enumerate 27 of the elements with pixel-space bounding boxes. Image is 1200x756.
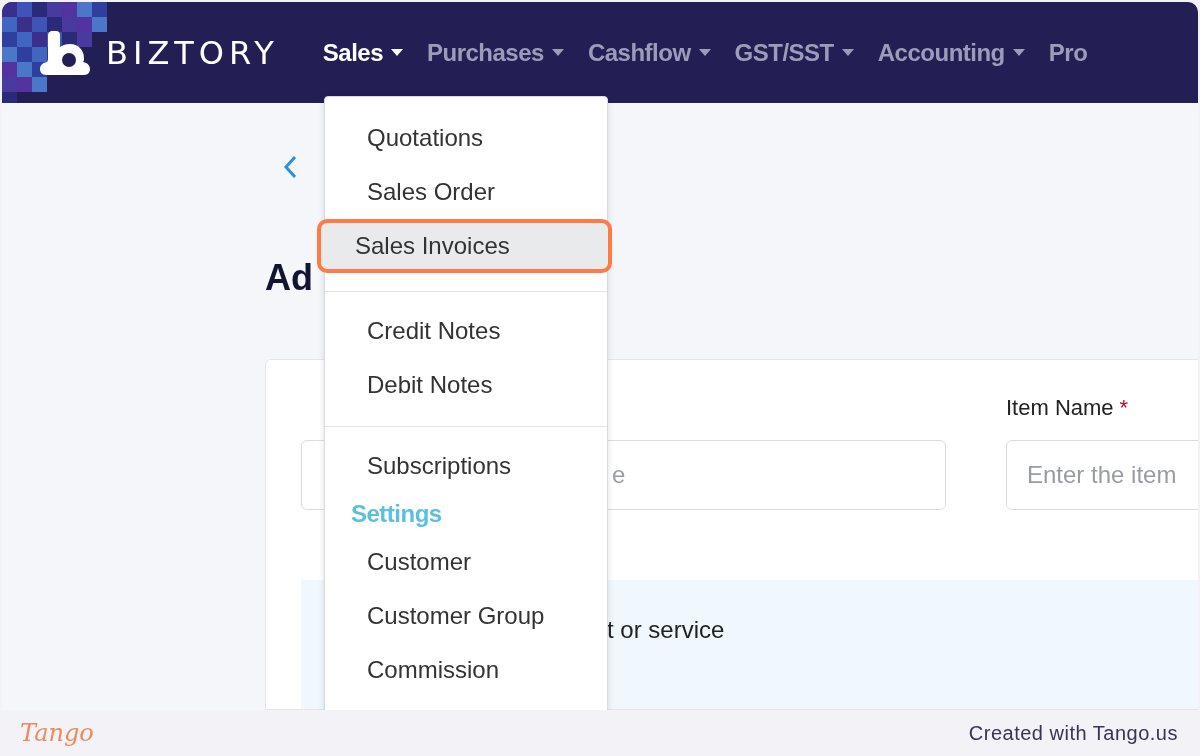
menu-item[interactable]: Subscriptions: [325, 439, 607, 493]
caret-icon: [841, 49, 854, 56]
menu-item[interactable]: Sales Invoices: [317, 219, 612, 273]
nav-menu[interactable]: Purchases: [427, 38, 564, 67]
nav-menu[interactable]: Cashflow: [587, 38, 711, 67]
back-icon[interactable]: [283, 155, 297, 179]
caret-icon: [1012, 49, 1025, 56]
caret-icon: [698, 49, 711, 56]
nav-menu[interactable]: Sales: [322, 38, 403, 67]
caret-icon: [551, 49, 564, 56]
menu-item[interactable]: Customer Group: [325, 589, 607, 643]
nav-menu[interactable]: Accounting: [877, 38, 1025, 67]
tango-logo: Tango: [20, 719, 94, 747]
brand-name: BIZTORY: [106, 33, 279, 72]
menu-item[interactable]: Quotations: [325, 111, 607, 165]
credit-text: Created with Tango.us: [968, 721, 1178, 745]
nav-menu[interactable]: Pro: [1048, 38, 1088, 67]
field-label: Item Name: [1006, 395, 1114, 421]
nav-menu[interactable]: GST/SST: [734, 38, 854, 67]
menu-item[interactable]: Debit Notes: [325, 358, 607, 412]
menu-item[interactable]: Credit Notes: [325, 304, 607, 358]
menu-item[interactable]: Commission: [325, 643, 607, 697]
menu-item[interactable]: Sales Order: [325, 165, 607, 219]
caret-icon: [391, 49, 403, 56]
logo-icon: [38, 28, 92, 77]
required-mark: *: [1119, 395, 1129, 421]
page-heading: Ad: [265, 257, 314, 299]
